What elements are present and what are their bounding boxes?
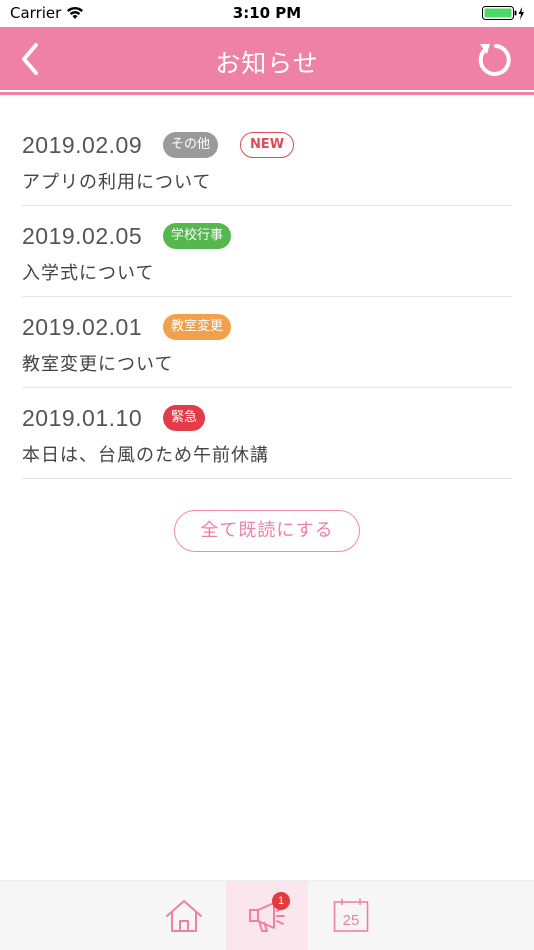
notice-title: 入学式について — [22, 263, 155, 284]
new-badge: NEW — [240, 132, 295, 158]
notification-count-badge: 1 — [272, 892, 290, 910]
refresh-button[interactable] — [474, 40, 514, 80]
category-badge: その他 — [163, 132, 219, 158]
calendar-icon: 25 — [333, 898, 369, 932]
page-title: お知らせ — [215, 49, 319, 78]
notice-item[interactable]: 2019.02.01 教室変更 教室変更について — [22, 297, 512, 388]
nav-divider — [0, 92, 534, 95]
notice-list: 2019.02.09 その他 NEW アプリの利用について 2019.02.05… — [0, 115, 534, 479]
home-icon — [166, 900, 202, 932]
tab-home[interactable] — [142, 881, 226, 950]
tab-calendar[interactable]: 25 — [308, 881, 392, 950]
notice-date: 2019.02.01 — [22, 314, 143, 340]
category-badge: 学校行事 — [163, 223, 232, 249]
notice-date: 2019.01.10 — [22, 405, 143, 431]
refresh-icon — [478, 44, 511, 76]
category-badge: 緊急 — [163, 405, 206, 431]
tab-bar: 1 25 — [0, 880, 534, 950]
notice-title: アプリの利用について — [22, 172, 212, 193]
tab-news[interactable]: 1 — [226, 881, 308, 950]
notice-date: 2019.02.09 — [22, 132, 143, 158]
mark-all-read-button[interactable]: 全て既読にする — [174, 510, 360, 552]
notice-date: 2019.02.05 — [22, 223, 143, 249]
status-time: 3:10 PM — [232, 4, 302, 22]
category-badge: 教室変更 — [163, 314, 232, 340]
battery-icon — [482, 6, 526, 26]
notice-item[interactable]: 2019.01.10 緊急 本日は、台風のため午前休講 — [22, 388, 512, 479]
notice-item[interactable]: 2019.02.09 その他 NEW アプリの利用について — [22, 115, 512, 206]
notice-title: 教室変更について — [22, 354, 174, 375]
status-bar: Carrier 3:10 PM — [0, 0, 534, 27]
navigation-bar: お知らせ — [0, 27, 534, 90]
notice-title: 本日は、台風のため午前休講 — [22, 445, 269, 466]
calendar-day-number: 25 — [343, 912, 360, 929]
notice-item[interactable]: 2019.02.05 学校行事 入学式について — [22, 206, 512, 297]
